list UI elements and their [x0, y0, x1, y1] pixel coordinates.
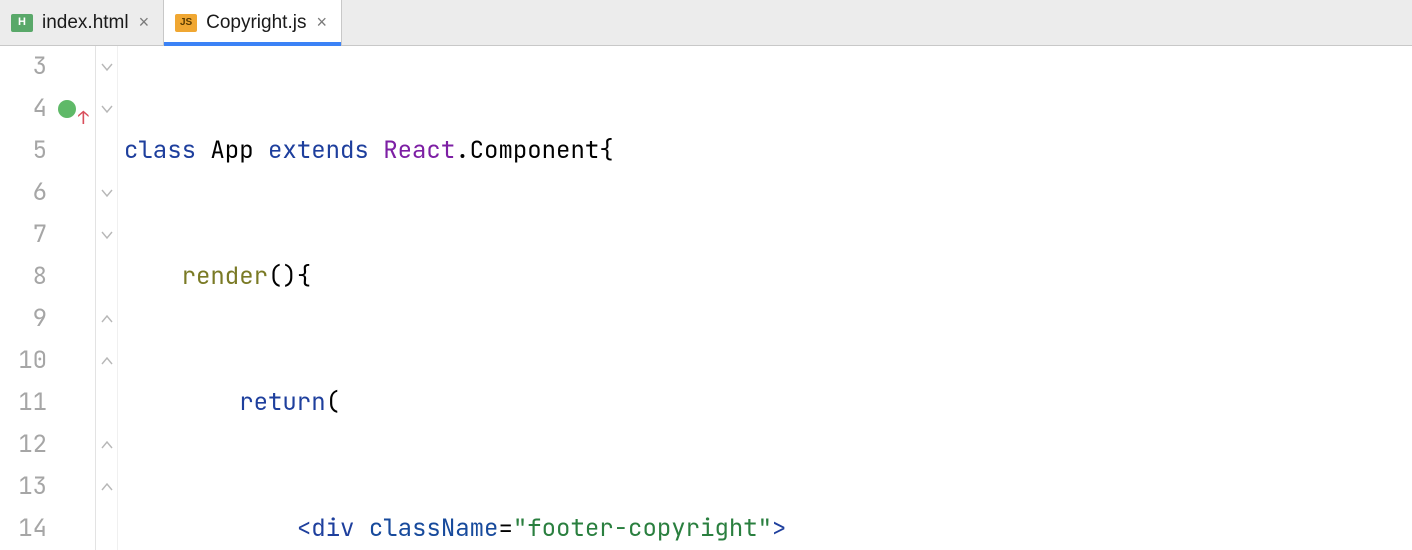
line-number: 5	[0, 130, 47, 172]
fold-toggle-icon[interactable]	[96, 172, 117, 214]
fold-toggle-icon[interactable]	[96, 214, 117, 256]
line-number: 7	[0, 214, 47, 256]
fold-toggle-icon[interactable]	[96, 88, 117, 130]
line-number: 13	[0, 466, 47, 508]
code-line[interactable]: <div className="footer-copyright">	[124, 508, 1412, 550]
line-number: 4	[0, 88, 47, 130]
code-line[interactable]: class App extends React.Component{	[124, 130, 1412, 172]
code-area[interactable]: class App extends React.Component{ rende…	[118, 46, 1412, 550]
editor-tabbar: H index.html × JS Copyright.js ×	[0, 0, 1412, 46]
tab-label: Copyright.js	[206, 12, 306, 34]
line-number: 6	[0, 172, 47, 214]
line-number: 9	[0, 298, 47, 340]
fold-toggle-icon[interactable]	[96, 424, 117, 466]
line-number: 10	[0, 340, 47, 382]
gutter-implemented-icon[interactable]: ↑	[58, 100, 76, 118]
code-line[interactable]: render(){	[124, 256, 1412, 298]
line-number: 3	[0, 46, 47, 88]
line-number: 11	[0, 382, 47, 424]
fold-toggle-icon[interactable]	[96, 298, 117, 340]
line-number: 12	[0, 424, 47, 466]
tab-copyright-js[interactable]: JS Copyright.js ×	[164, 0, 342, 45]
tab-index-html[interactable]: H index.html ×	[0, 0, 164, 45]
code-editor[interactable]: 3 4 5 6 7 8 9 10 11 12 13 14 ↑ class App…	[0, 46, 1412, 550]
fold-toggle-icon[interactable]	[96, 46, 117, 88]
js-file-icon: JS	[174, 13, 198, 33]
fold-gutter	[96, 46, 118, 550]
fold-toggle-icon[interactable]	[96, 466, 117, 508]
close-icon[interactable]: ×	[316, 12, 327, 33]
fold-toggle-icon[interactable]	[96, 340, 117, 382]
code-line[interactable]: return(	[124, 382, 1412, 424]
line-number: 8	[0, 256, 47, 298]
tab-label: index.html	[42, 12, 129, 34]
html-file-icon: H	[10, 13, 34, 33]
close-icon[interactable]: ×	[139, 12, 150, 33]
line-number-gutter: 3 4 5 6 7 8 9 10 11 12 13 14 ↑	[0, 46, 96, 550]
line-number: 14	[0, 508, 47, 550]
